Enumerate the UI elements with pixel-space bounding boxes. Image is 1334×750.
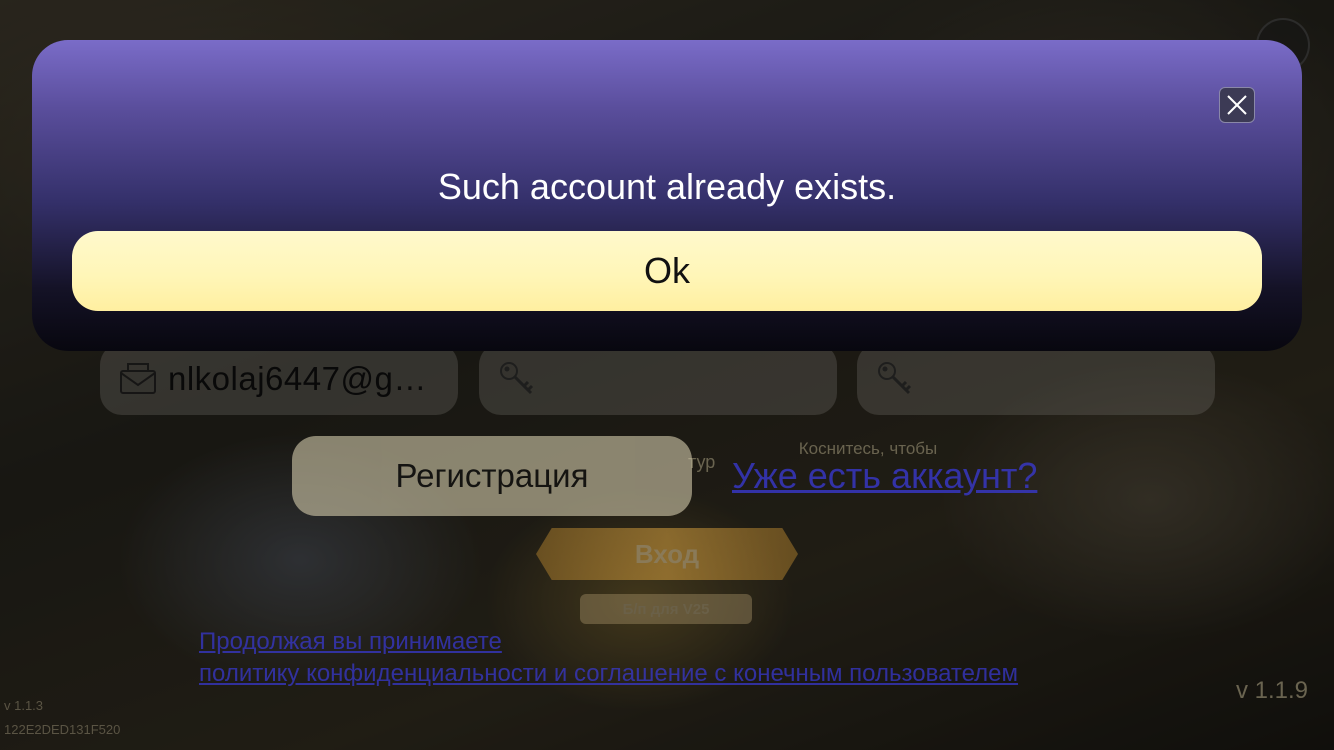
free-tag-badge: Б/п для V25 (580, 594, 752, 624)
version-label: v 1.1.9 (1235, 677, 1308, 704)
dialog-message: Such account already exists. (437, 166, 897, 207)
client-version-label: v 1.1.3 (4, 698, 44, 713)
error-dialog: Such account already exists. Ok (32, 40, 1302, 351)
close-button[interactable] (1219, 87, 1255, 123)
have-account-link[interactable]: Уже есть аккаунт? (732, 455, 1037, 497)
login-button[interactable]: Вход (536, 528, 798, 580)
policy-link-line2[interactable]: политику конфиденциальности и соглашение… (199, 660, 1018, 688)
build-id-label: 122E2DED131F520 (4, 722, 121, 737)
close-icon (1227, 95, 1247, 115)
ghost-text: тур (688, 452, 716, 472)
policy-link-line1[interactable]: Продолжая вы принимаете (199, 628, 502, 656)
ok-button[interactable]: Ok (72, 231, 1262, 311)
register-button[interactable]: Регистрация (292, 436, 692, 516)
